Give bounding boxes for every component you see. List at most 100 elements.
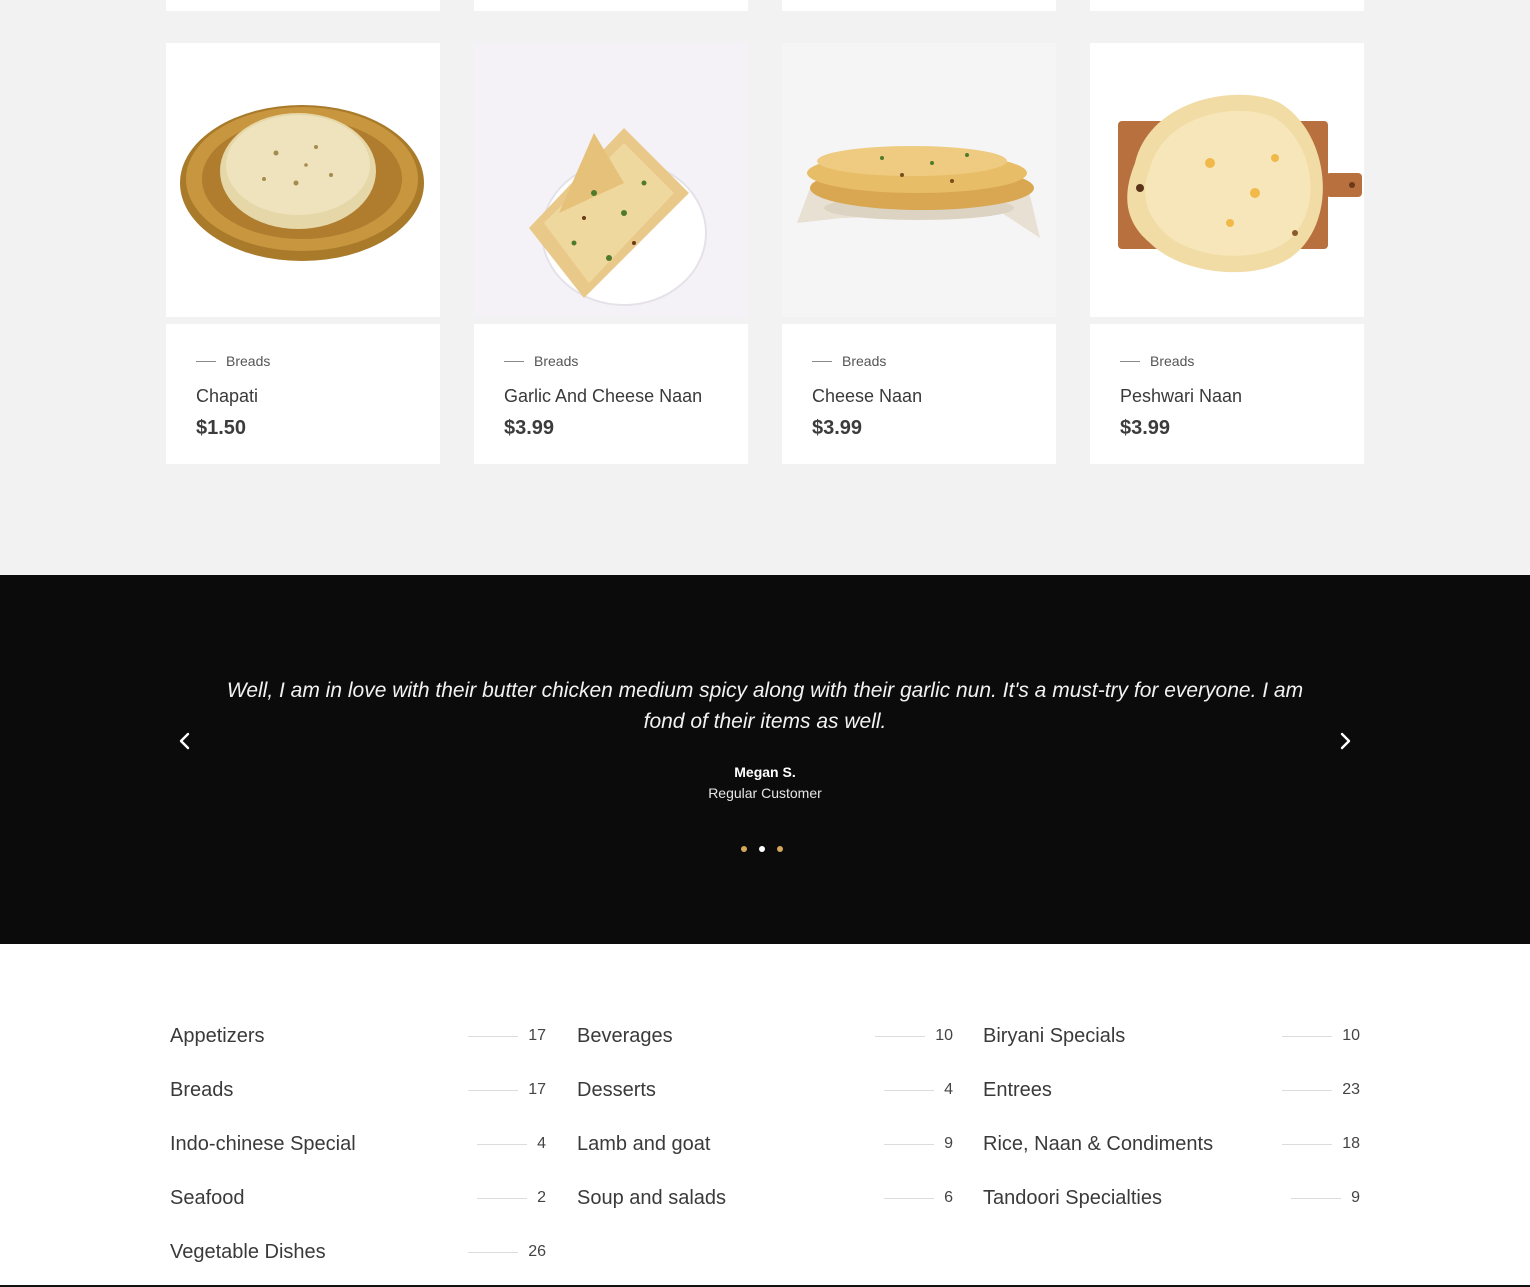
category-name: Beverages xyxy=(577,1024,673,1047)
category-row: Breads xyxy=(196,353,410,369)
category-item[interactable]: Biryani Specials 10 xyxy=(983,1021,1360,1051)
category-name: Tandoori Specialties xyxy=(983,1186,1162,1209)
card-stub xyxy=(166,0,440,11)
category-divider xyxy=(1282,1035,1333,1037)
category-name: Appetizers xyxy=(170,1024,265,1047)
product-name[interactable]: Garlic And Cheese Naan xyxy=(504,385,718,407)
product-card[interactable]: Breads Cheese Naan $3.99 xyxy=(782,43,1056,464)
category-item[interactable]: Appetizers 17 xyxy=(170,1021,546,1051)
category-name: Biryani Specials xyxy=(983,1024,1126,1047)
menu-categories-section: Appetizers 17 Beverages 10 Biryani Speci… xyxy=(0,944,1530,1287)
card-stub xyxy=(782,0,1056,11)
category-count: 23 xyxy=(1342,1081,1360,1098)
product-name[interactable]: Chapati xyxy=(196,385,410,407)
category-item[interactable]: Indo-chinese Special 4 xyxy=(170,1129,546,1159)
category-divider xyxy=(504,360,524,362)
product-category[interactable]: Breads xyxy=(226,353,270,369)
card-stub xyxy=(474,0,748,11)
category-name: Indo-chinese Special xyxy=(170,1132,356,1155)
category-divider xyxy=(477,1143,528,1145)
carousel-dot[interactable] xyxy=(741,846,747,852)
category-name: Vegetable Dishes xyxy=(170,1240,326,1263)
card-stub xyxy=(1090,0,1364,11)
product-category[interactable]: Breads xyxy=(1150,353,1194,369)
product-price: $1.50 xyxy=(196,417,247,439)
category-count: 18 xyxy=(1342,1135,1360,1152)
category-count: 9 xyxy=(1351,1189,1360,1206)
product-card[interactable]: Breads Peshwari Naan $3.99 xyxy=(1090,43,1364,464)
category-count: 9 xyxy=(944,1135,953,1152)
category-divider xyxy=(884,1197,935,1199)
product-info: Breads Cheese Naan $3.99 xyxy=(782,324,1056,464)
peshwari-naan-image[interactable] xyxy=(1090,43,1364,317)
product-name[interactable]: Peshwari Naan xyxy=(1120,385,1334,407)
product-card[interactable]: Breads Garlic And Cheese Naan $3.99 xyxy=(474,43,748,464)
product-name[interactable]: Cheese Naan xyxy=(812,385,1026,407)
category-divider xyxy=(468,1251,519,1253)
category-divider xyxy=(884,1143,935,1145)
chevron-left-icon[interactable] xyxy=(173,729,197,753)
category-count: 4 xyxy=(537,1135,546,1152)
category-divider xyxy=(477,1197,528,1199)
chevron-right-icon[interactable] xyxy=(1333,729,1357,753)
category-divider xyxy=(884,1089,935,1091)
carousel-dot[interactable] xyxy=(777,846,783,852)
category-count: 6 xyxy=(944,1189,953,1206)
category-item[interactable]: Breads 17 xyxy=(170,1075,546,1105)
testimonial-author: Megan S. xyxy=(734,764,796,780)
garlic-cheese-naan-image[interactable] xyxy=(474,43,748,317)
category-item[interactable]: Tandoori Specialties 9 xyxy=(983,1183,1360,1213)
category-item[interactable]: Desserts 4 xyxy=(577,1075,953,1105)
product-info: Breads Chapati $1.50 xyxy=(166,324,440,464)
category-item[interactable]: Seafood 2 xyxy=(170,1183,546,1213)
category-item[interactable]: Entrees 23 xyxy=(983,1075,1360,1105)
product-price: $3.99 xyxy=(504,417,555,439)
category-item[interactable]: Soup and salads 6 xyxy=(577,1183,953,1213)
category-name: Rice, Naan & Condiments xyxy=(983,1132,1214,1155)
category-name: Soup and salads xyxy=(577,1186,727,1209)
category-divider xyxy=(1291,1197,1342,1199)
category-row: Breads xyxy=(812,353,1026,369)
product-price: $3.99 xyxy=(812,417,863,439)
carousel-dots xyxy=(741,846,783,852)
category-item[interactable]: Lamb and goat 9 xyxy=(577,1129,953,1159)
category-divider xyxy=(1282,1143,1333,1145)
category-name: Desserts xyxy=(577,1078,656,1101)
category-row: Breads xyxy=(504,353,718,369)
category-count: 17 xyxy=(528,1027,546,1044)
category-name: Lamb and goat xyxy=(577,1132,711,1155)
testimonial-section: Well, I am in love with their butter chi… xyxy=(0,575,1530,944)
category-divider xyxy=(468,1089,519,1091)
category-divider xyxy=(468,1035,519,1037)
product-info: Breads Peshwari Naan $3.99 xyxy=(1090,324,1364,464)
testimonial-quote: Well, I am in love with their butter chi… xyxy=(226,679,1304,733)
product-info: Breads Garlic And Cheese Naan $3.99 xyxy=(474,324,748,464)
category-item[interactable]: Rice, Naan & Condiments 18 xyxy=(983,1129,1360,1159)
product-price: $3.99 xyxy=(1120,417,1171,439)
category-item[interactable]: Beverages 10 xyxy=(577,1021,953,1051)
category-divider xyxy=(1120,360,1140,362)
category-count: 17 xyxy=(528,1081,546,1098)
category-row: Breads xyxy=(1120,353,1334,369)
product-card[interactable]: Breads Chapati $1.50 xyxy=(166,43,440,464)
product-category[interactable]: Breads xyxy=(842,353,886,369)
category-name: Entrees xyxy=(983,1078,1052,1101)
category-divider xyxy=(812,360,832,362)
category-name: Seafood xyxy=(170,1186,245,1209)
testimonial-role: Regular Customer xyxy=(708,785,822,801)
category-count: 4 xyxy=(944,1081,953,1098)
products-section: Breads Chapati $1.50 Breads Garlic And C… xyxy=(0,0,1530,575)
category-count: 2 xyxy=(537,1189,546,1206)
category-count: 26 xyxy=(528,1243,546,1260)
category-count: 10 xyxy=(1342,1027,1360,1044)
category-divider xyxy=(1282,1089,1333,1091)
category-count: 10 xyxy=(935,1027,953,1044)
category-item[interactable]: Vegetable Dishes 26 xyxy=(170,1237,546,1267)
cheese-naan-image[interactable] xyxy=(782,43,1056,317)
chapati-image[interactable] xyxy=(166,43,440,317)
product-category[interactable]: Breads xyxy=(534,353,578,369)
carousel-dot[interactable] xyxy=(759,846,765,852)
category-divider xyxy=(196,360,216,362)
category-divider xyxy=(875,1035,926,1037)
category-name: Breads xyxy=(170,1078,234,1101)
